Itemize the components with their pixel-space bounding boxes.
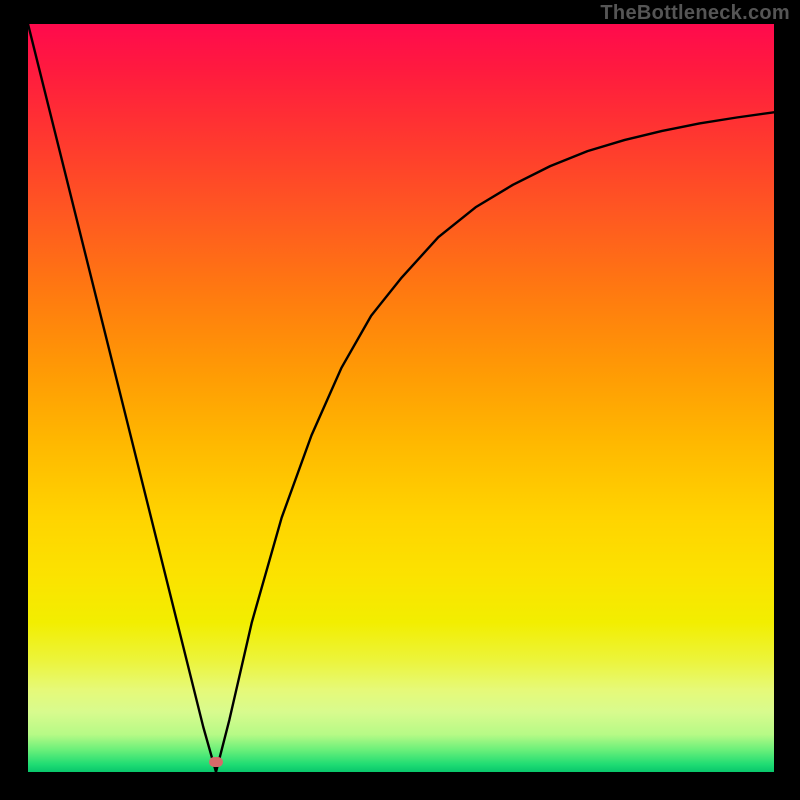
curve-line (28, 24, 774, 772)
bottleneck-marker (209, 757, 223, 767)
chart-container: TheBottleneck.com (0, 0, 800, 800)
plot-area (28, 24, 774, 772)
watermark-text: TheBottleneck.com (600, 2, 790, 25)
